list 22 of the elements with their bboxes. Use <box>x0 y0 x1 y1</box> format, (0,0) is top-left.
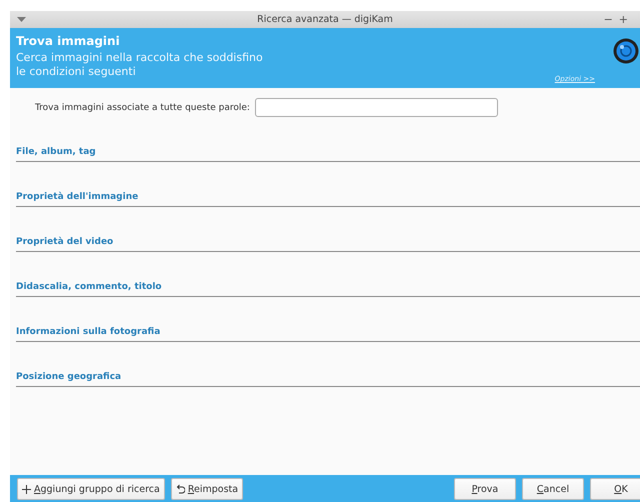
add-group-button[interactable]: Aggiungi gruppo di ricerca <box>17 478 165 500</box>
undo-icon <box>176 484 185 494</box>
header-title: Trova immagini <box>16 34 121 49</box>
dialog-button[interactable]: Prova <box>454 478 516 500</box>
reset-button[interactable]: Reimposta <box>170 478 244 500</box>
window-title: Ricerca avanzata — digiKam <box>257 14 393 25</box>
section-header[interactable]: Informazioni sulla fotografia <box>16 327 640 342</box>
plus-icon <box>22 484 31 494</box>
dialog-button[interactable]: OK <box>590 478 640 500</box>
keywords-label: Trova immagini associate a tutte queste parole: <box>35 102 250 112</box>
header-subtitle: Cerca immagini nella raccolta che soddisfino le condizioni seguenti <box>16 51 263 79</box>
section-header[interactable]: Didascalia, commento, titolo <box>16 282 640 297</box>
menu-caret-icon[interactable] <box>17 16 26 22</box>
lens-icon <box>613 38 639 64</box>
window-control[interactable]: + <box>618 13 628 26</box>
dialog-button[interactable]: Cancel <box>522 478 584 500</box>
keywords-field[interactable] <box>254 98 498 117</box>
window-control[interactable]: − <box>604 13 613 26</box>
section-header[interactable]: Posizione geografica <box>16 372 640 387</box>
section-header[interactable]: File, album, tag <box>16 147 640 162</box>
section-header[interactable]: Proprietà dell'immagine <box>16 192 640 207</box>
section-header[interactable]: Proprietà del video <box>16 237 640 252</box>
